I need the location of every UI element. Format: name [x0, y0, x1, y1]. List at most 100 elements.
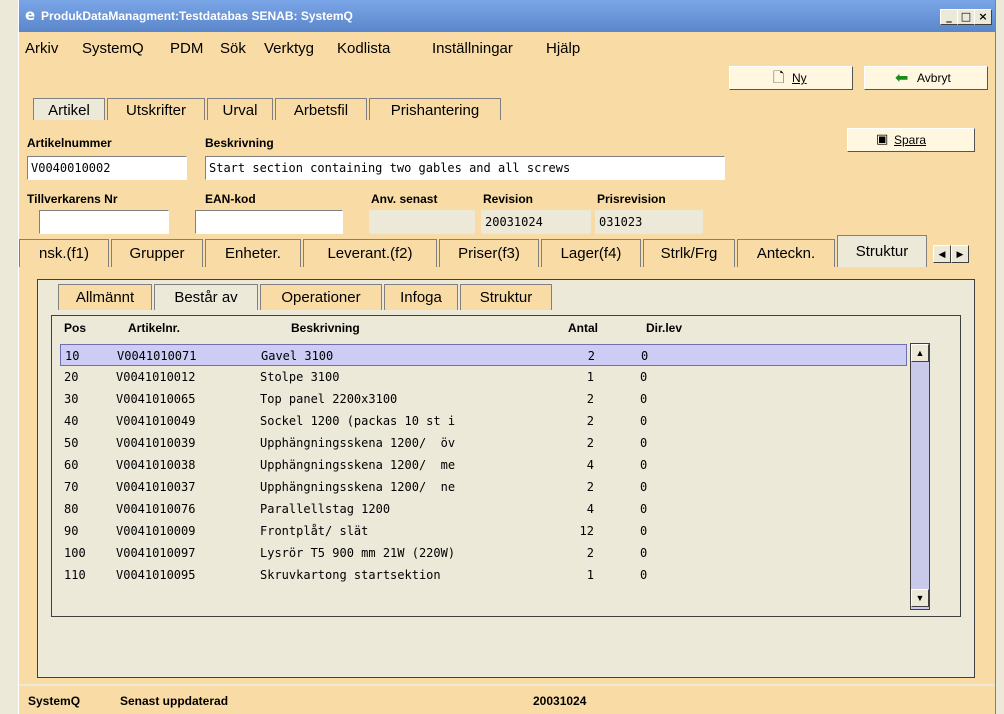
close-button[interactable]: ×	[974, 9, 992, 25]
table-row[interactable]: 100 V0041010097 Lysrör T5 900 mm 21W (220W…	[60, 542, 907, 564]
cell-dir-lev: 0	[640, 546, 648, 560]
tab-priser[interactable]: Priser(f3)	[439, 239, 539, 267]
table-row[interactable]: 50 V0041010039 Upphängningsskena 1200/ öv 2…	[60, 432, 907, 454]
table-row[interactable]: 70 V0041010037 Upphängningsskena 1200/ ne 2…	[60, 476, 907, 498]
table-row[interactable]: 80 V0041010076 Parallellstag 1200 4 0	[60, 498, 907, 520]
table-row[interactable]: 40 V0041010049 Sockel 1200 (packas 10 st i…	[60, 410, 907, 432]
tab-lager[interactable]: Lager(f4)	[541, 239, 641, 267]
save-button-label: Spara	[894, 133, 927, 147]
tillverkarens-field[interactable]	[39, 210, 169, 234]
table-row[interactable]: 110 V0041010095 Skruvkartong startsektion 1…	[60, 564, 907, 586]
column-header-artikelnr[interactable]: Artikelnr.	[128, 321, 180, 335]
floppy-disk-icon: ▣	[876, 132, 889, 147]
tab-struktur-inner[interactable]: Struktur	[460, 284, 552, 310]
minimize-button[interactable]: _	[940, 9, 958, 25]
new-button[interactable]: 🗋 Ny	[729, 66, 853, 90]
menu-arkiv[interactable]: Arkiv	[25, 40, 58, 57]
cell-beskrivning: Top panel 2200x3100	[260, 392, 398, 406]
cell-artikelnr: V0041010049	[116, 414, 196, 428]
tab-prishantering[interactable]: Prishantering	[369, 98, 501, 122]
cell-pos: 10	[65, 349, 80, 363]
cell-antal: 1	[586, 568, 594, 582]
menu-systemq[interactable]: SystemQ	[82, 40, 144, 57]
app-icon: e	[25, 6, 36, 24]
tab-anteckn[interactable]: Anteckn.	[737, 239, 835, 267]
top-tab-bar: Artikel Utskrifter Urval Arbetsfil Prish…	[19, 92, 995, 122]
tab-artikel[interactable]: Artikel	[33, 98, 105, 122]
table-row[interactable]: 10 V0041010071 Gavel 3100 2 0	[60, 344, 907, 366]
cell-pos: 50	[64, 436, 79, 450]
tab-urval[interactable]: Urval	[207, 98, 273, 122]
tab-scroll-right-button[interactable]: ▶	[951, 245, 969, 263]
structure-list: Pos Artikelnr. Beskrivning Antal Dir.lev…	[51, 315, 961, 617]
artikelnummer-label: Artikelnummer	[27, 136, 112, 150]
tab-bestar-av[interactable]: Består av	[154, 284, 258, 310]
column-header-antal[interactable]: Antal	[568, 321, 598, 335]
table-row[interactable]: 90 V0041010009 Frontplåt/ slät 12 0	[60, 520, 907, 542]
detail-tab-bar: nsk.(f1) Grupper Enheter. Leverant.(f2) …	[19, 235, 995, 267]
beskrivning-label: Beskrivning	[205, 136, 274, 150]
menu-sok[interactable]: Sök	[220, 40, 246, 57]
tab-utskrifter[interactable]: Utskrifter	[107, 98, 205, 122]
anv-senast-label: Anv. senast	[371, 192, 438, 206]
tab-strlk-frg[interactable]: Strlk/Frg	[643, 239, 735, 267]
cell-artikelnr: V0041010038	[116, 458, 196, 472]
new-button-label: Ny	[792, 71, 807, 85]
title-bar[interactable]: e ProdukDataManagment:Testdatabas SENAB:…	[19, 0, 995, 32]
vertical-scrollbar[interactable]: ▲ ▼	[910, 343, 930, 610]
menu-installningar[interactable]: Inställningar	[432, 40, 513, 57]
cell-beskrivning: Upphängningsskena 1200/ öv	[260, 436, 456, 450]
column-header-pos[interactable]: Pos	[64, 321, 86, 335]
cell-pos: 90	[64, 524, 79, 538]
back-arrow-icon: ⬅	[895, 68, 909, 87]
tab-allmannt[interactable]: Allmännt	[58, 284, 152, 310]
maximize-button[interactable]: □	[957, 9, 975, 25]
tab-arbetsfil[interactable]: Arbetsfil	[275, 98, 367, 122]
scroll-down-button[interactable]: ▼	[911, 589, 929, 607]
ean-field[interactable]	[195, 210, 343, 234]
beskrivning-field[interactable]: Start section containing two gables and …	[205, 156, 725, 180]
table-row[interactable]: 30 V0041010065 Top panel 2200x3100 2 0	[60, 388, 907, 410]
table-row[interactable]: 60 V0041010038 Upphängningsskena 1200/ me 4…	[60, 454, 907, 476]
save-button[interactable]: ▣ Spara	[847, 128, 975, 152]
tillverkarens-label: Tillverkarens Nr	[27, 192, 118, 206]
cancel-button[interactable]: ⬅ Avbryt	[864, 66, 988, 90]
cell-dir-lev: 0	[640, 502, 648, 516]
window-title: ProdukDataManagment:Testdatabas SENAB: S…	[41, 9, 353, 23]
toolbar: 🗋 Ny ⬅ Avbryt	[19, 62, 995, 92]
cell-beskrivning: Upphängningsskena 1200/ me	[260, 458, 456, 472]
scroll-up-button[interactable]: ▲	[911, 344, 929, 362]
column-header-dir-lev[interactable]: Dir.lev	[646, 321, 682, 335]
artikelnummer-field[interactable]: V0040010002	[27, 156, 187, 180]
menu-verktyg[interactable]: Verktyg	[264, 40, 314, 57]
cell-antal: 2	[587, 349, 595, 363]
prisrevision-field: 031023	[595, 210, 703, 234]
cell-antal: 2	[586, 414, 594, 428]
cell-antal: 4	[586, 502, 594, 516]
new-document-icon: 🗋	[773, 70, 785, 86]
tab-struktur[interactable]: Struktur	[837, 235, 927, 267]
cell-pos: 20	[64, 370, 79, 384]
cell-artikelnr: V0041010039	[116, 436, 196, 450]
cell-artikelnr: V0041010076	[116, 502, 196, 516]
cell-antal: 4	[586, 458, 594, 472]
cell-antal: 2	[586, 392, 594, 406]
cell-dir-lev: 0	[641, 349, 649, 363]
status-bar: SystemQ Senast uppdaterad 20031024	[19, 686, 995, 714]
structure-panel: Allmännt Består av Operationer Infoga St…	[19, 267, 995, 684]
tab-infoga[interactable]: Infoga	[384, 284, 458, 310]
tab-nsk[interactable]: nsk.(f1)	[19, 239, 109, 267]
cell-beskrivning: Upphängningsskena 1200/ ne	[260, 480, 456, 494]
tab-scroll-left-button[interactable]: ◀	[933, 245, 951, 263]
tab-leverant[interactable]: Leverant.(f2)	[303, 239, 437, 267]
column-header-beskrivning[interactable]: Beskrivning	[291, 321, 360, 335]
tab-operationer[interactable]: Operationer	[260, 284, 382, 310]
menu-pdm[interactable]: PDM	[170, 40, 203, 57]
cell-beskrivning: Frontplåt/ slät	[260, 524, 369, 538]
table-row[interactable]: 20 V0041010012 Stolpe 3100 1 0	[60, 366, 907, 388]
tab-enheter[interactable]: Enheter.	[205, 239, 301, 267]
menu-hjalp[interactable]: Hjälp	[546, 40, 580, 57]
menu-kodlista[interactable]: Kodlista	[337, 40, 390, 57]
tab-grupper[interactable]: Grupper	[111, 239, 203, 267]
cell-artikelnr: V0041010037	[116, 480, 196, 494]
